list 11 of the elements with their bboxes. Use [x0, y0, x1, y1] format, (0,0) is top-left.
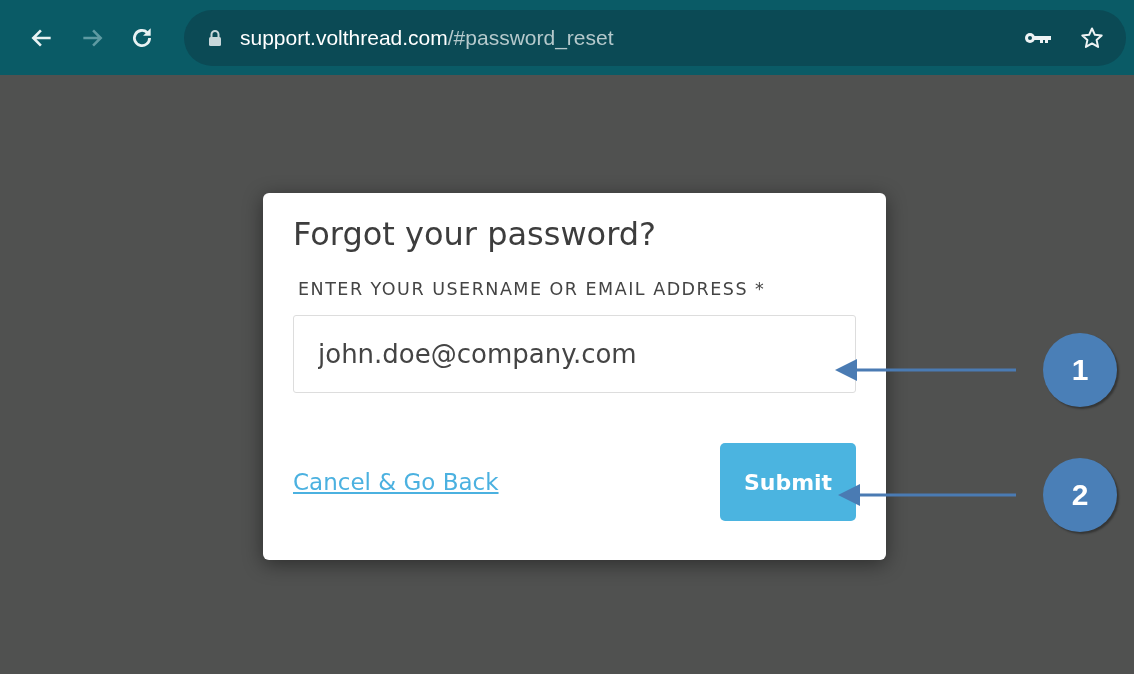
dialog-title: Forgot your password? — [293, 215, 657, 253]
url-path: /#password_reset — [447, 25, 614, 50]
lock-icon — [208, 28, 222, 47]
bookmark-star-icon[interactable] — [1080, 25, 1104, 50]
email-field[interactable]: john.doe@company.com — [293, 315, 856, 393]
callout-number: 1 — [1043, 333, 1117, 407]
field-label: ENTER YOUR USERNAME OR EMAIL ADDRESS * — [298, 279, 766, 299]
callout-number: 2 — [1043, 458, 1117, 532]
address-bar[interactable]: support.volthread.com/#password_reset — [184, 9, 1126, 66]
key-icon[interactable] — [1024, 30, 1052, 45]
url-host: support.volthread.com — [240, 25, 448, 49]
